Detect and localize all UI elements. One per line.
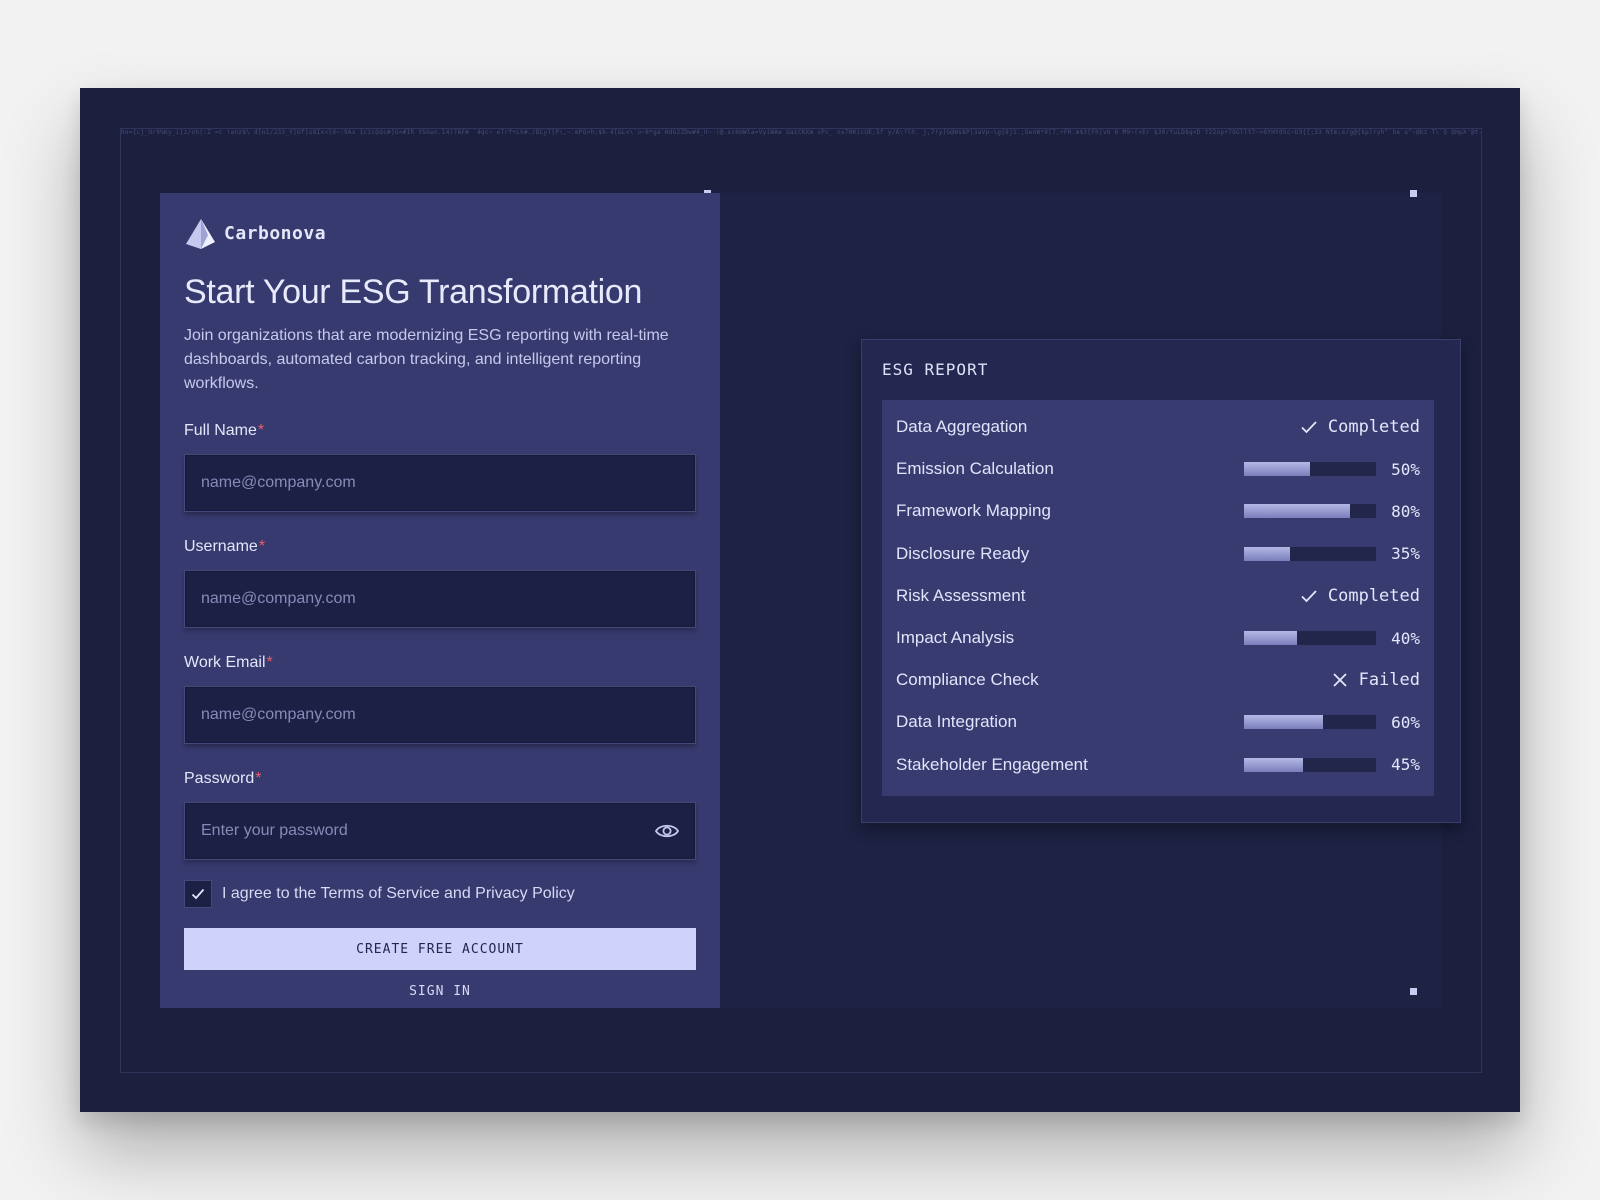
report-list: Data Aggregation Completed Emission Calcul… <box>882 400 1434 796</box>
check-icon <box>1301 421 1317 434</box>
progress-percent: 60% <box>1391 712 1420 732</box>
report-row-status: 80% <box>1244 502 1420 521</box>
completed-status: Completed <box>1300 586 1420 606</box>
full-name-field <box>184 454 696 512</box>
full-name-label: Full Name* <box>184 422 696 440</box>
progress-bar-fill <box>1244 631 1297 646</box>
username-label-text: Username <box>184 538 258 555</box>
report-row: Impact Analysis 40% <box>896 617 1420 659</box>
progress-bar <box>1244 546 1376 561</box>
progress-bar-fill <box>1244 715 1324 730</box>
progress-bar-fill <box>1244 462 1310 477</box>
report-row-status: Failed <box>1331 670 1420 690</box>
report-row-label: Data Integration <box>896 712 1017 732</box>
password-label-text: Password <box>184 770 255 787</box>
progress-percent: 35% <box>1391 544 1420 564</box>
required-marker: * <box>258 538 266 555</box>
terms-label: I agree to the Terms of Service and Priv… <box>222 885 575 902</box>
create-account-button[interactable]: CREATE FREE ACCOUNT <box>184 928 696 970</box>
required-marker: * <box>255 770 262 787</box>
report-row-label: Stakeholder Engagement <box>896 754 1088 774</box>
progress-bar-fill <box>1244 757 1304 772</box>
full-name-label-text: Full Name <box>184 422 257 439</box>
report-row: Data Aggregation Completed <box>896 406 1420 448</box>
status-text: Failed <box>1358 670 1420 691</box>
work-email-field <box>184 686 696 744</box>
report-row: Stakeholder Engagement 45% <box>896 744 1420 786</box>
report-row: Compliance Check Failed <box>896 659 1420 701</box>
brand-name: Carbonova <box>224 222 327 244</box>
report-title: ESG REPORT <box>882 360 989 379</box>
report-row-label: Compliance Check <box>896 670 1039 690</box>
full-name-input[interactable] <box>184 454 696 512</box>
work-email-input[interactable] <box>184 686 696 744</box>
x-icon <box>1332 673 1347 687</box>
report-row-status: Completed <box>1300 586 1420 606</box>
progress-percent: 80% <box>1391 501 1420 521</box>
report-row: Disclosure Ready 35% <box>896 533 1420 575</box>
app-frame: ho={cj_Ur9%Ky_i]z/oh|:Z =c !anz$\ d]n1/J… <box>80 88 1520 1112</box>
prism-logo-icon <box>186 219 215 249</box>
report-row-label: Risk Assessment <box>896 585 1026 605</box>
report-row: Data Integration 60% <box>896 701 1420 743</box>
status-text: Completed <box>1327 417 1420 438</box>
report-row-status: 60% <box>1244 713 1420 732</box>
eye-icon[interactable] <box>654 819 680 843</box>
report-row-label: Disclosure Ready <box>896 543 1030 563</box>
progress-percent: 45% <box>1391 755 1420 775</box>
required-marker: * <box>257 422 265 439</box>
progress-bar <box>1244 757 1376 772</box>
required-marker: * <box>266 654 273 671</box>
work-email-label: Work Email* <box>184 654 696 672</box>
failed-status: Failed <box>1331 670 1420 690</box>
report-row: Emission Calculation 50% <box>896 448 1420 490</box>
page-title: Start Your ESG Transformation <box>184 273 643 311</box>
progress-bar-fill <box>1244 546 1291 561</box>
report-row-status: 35% <box>1244 544 1420 563</box>
report-row: Framework Mapping 80% <box>896 490 1420 532</box>
report-row-status: Completed <box>1300 417 1420 437</box>
report-row-status: 50% <box>1244 460 1420 479</box>
password-label: Password* <box>184 770 696 788</box>
progress-bar <box>1244 631 1376 646</box>
progress-bar <box>1244 462 1376 477</box>
progress-percent: 40% <box>1391 628 1420 648</box>
selection-handle <box>1410 190 1417 197</box>
selection-handle <box>1410 988 1417 995</box>
report-row-status: 45% <box>1244 755 1420 774</box>
report-row-label: Framework Mapping <box>896 501 1051 521</box>
signup-panel: Carbonova Start Your ESG Transformation … <box>160 193 720 1008</box>
esg-report-card: ESG REPORT Data Aggregation Completed Emis… <box>861 339 1461 823</box>
report-row: Risk Assessment Completed <box>896 575 1420 617</box>
check-icon <box>191 888 205 900</box>
report-row-status: 40% <box>1244 629 1420 648</box>
username-field <box>184 570 696 628</box>
status-text: Completed <box>1327 585 1420 606</box>
work-email-label-text: Work Email <box>184 654 266 671</box>
password-field <box>184 802 696 860</box>
terms-agreement: I agree to the Terms of Service and Priv… <box>184 880 696 908</box>
password-input[interactable] <box>184 802 696 860</box>
report-row-label: Data Aggregation <box>896 417 1028 437</box>
sign-in-link[interactable]: SIGN IN <box>184 984 696 999</box>
content-area: Carbonova Start Your ESG Transformation … <box>160 190 1461 1008</box>
brand: Carbonova <box>184 217 696 249</box>
progress-percent: 50% <box>1391 459 1420 479</box>
terms-checkbox[interactable] <box>184 880 212 908</box>
progress-bar <box>1244 715 1376 730</box>
report-row-label: Emission Calculation <box>896 459 1054 479</box>
check-icon <box>1301 590 1317 603</box>
progress-bar <box>1244 504 1376 519</box>
report-row-label: Impact Analysis <box>896 628 1015 648</box>
page-subtitle: Join organizations that are modernizing … <box>184 327 669 392</box>
username-label: Username* <box>184 538 696 556</box>
completed-status: Completed <box>1300 417 1420 437</box>
username-input[interactable] <box>184 570 696 628</box>
progress-bar-fill <box>1244 504 1350 519</box>
